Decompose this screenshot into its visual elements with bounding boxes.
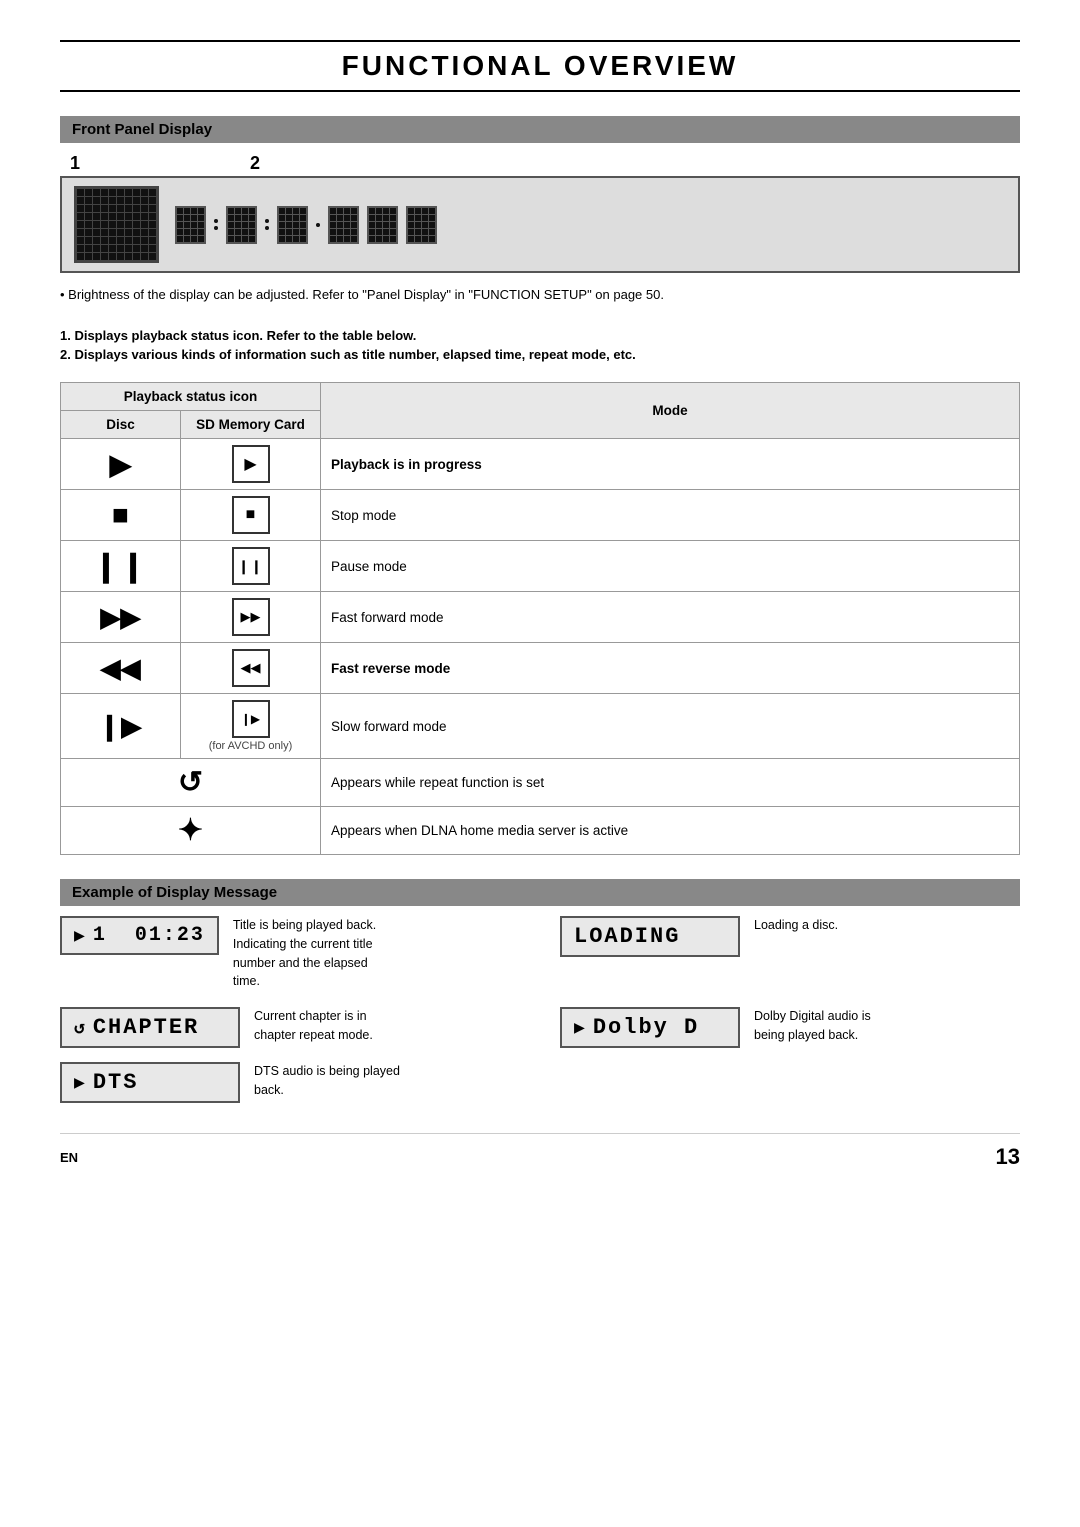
lcd-dts: ▶ DTS	[60, 1062, 240, 1103]
lcd-dolby: ▶ Dolby D	[560, 1007, 740, 1048]
page-number: 13	[996, 1144, 1020, 1170]
sd-icon-fr: ◀◀	[181, 643, 321, 694]
sd-icon-sf: ❙▶ (for AVCHD only)	[181, 694, 321, 759]
lcd-text-dts: DTS	[93, 1070, 139, 1095]
label-2: 2	[250, 153, 260, 174]
brightness-note: • Brightness of the display can be adjus…	[60, 287, 1020, 302]
mode-dlna: Appears when DLNA home media server is a…	[321, 807, 1020, 855]
table-row: ▶ ▶ Playback is in progress	[61, 439, 1020, 490]
lcd-chapter: ↺ CHAPTER	[60, 1007, 240, 1048]
mode-play: Playback is in progress	[321, 439, 1020, 490]
icon-repeat: ↺	[61, 759, 321, 807]
sd-icon-play: ▶	[181, 439, 321, 490]
page-footer: EN 13	[60, 1133, 1020, 1170]
table-row: ↺ Appears while repeat function is set	[61, 759, 1020, 807]
table-row: ▶▶ ▶▶ Fast forward mode	[61, 592, 1020, 643]
play-icon-1: ▶	[74, 925, 87, 947]
desc-chapter: Current chapter is in chapter repeat mod…	[254, 1007, 373, 1045]
disc-icon-pause: ❙❙	[61, 541, 181, 592]
example-item-loading: LOADING Loading a disc.	[560, 916, 1020, 991]
mode-repeat: Appears while repeat function is set	[321, 759, 1020, 807]
table-header-mode: Mode	[321, 383, 1020, 439]
disc-icon-stop: ■	[61, 490, 181, 541]
desc-play-title: Title is being played back. Indicating t…	[233, 916, 376, 991]
disc-icon-play: ▶	[61, 439, 181, 490]
mode-stop: Stop mode	[321, 490, 1020, 541]
lcd-text-dolby: Dolby D	[593, 1015, 699, 1040]
desc-loading: Loading a disc.	[754, 916, 838, 935]
mode-fr: Fast reverse mode	[321, 643, 1020, 694]
mode-sf: Slow forward mode	[321, 694, 1020, 759]
play-icon-dolby: ▶	[574, 1017, 587, 1039]
lcd-play-title: ▶ 1 01:23	[60, 916, 219, 955]
sd-icon-pause: ❙❙	[181, 541, 321, 592]
table-row: ✦ Appears when DLNA home media server is…	[61, 807, 1020, 855]
lcd-text-play: 1 01:23	[93, 924, 205, 947]
table-row: ❙▶ ❙▶ (for AVCHD only) Slow forward mode	[61, 694, 1020, 759]
sd-icon-stop: ■	[181, 490, 321, 541]
section-header-example: Example of Display Message	[60, 879, 1020, 906]
example-item-chapter: ↺ CHAPTER Current chapter is in chapter …	[60, 1007, 520, 1048]
footer-en-label: EN	[60, 1150, 78, 1165]
playback-status-table: Playback status icon Mode Disc SD Memory…	[60, 382, 1020, 855]
example-item-dolby: ▶ Dolby D Dolby Digital audio is being p…	[560, 1007, 1020, 1048]
mode-pause: Pause mode	[321, 541, 1020, 592]
bold-note-1: 1. Displays playback status icon. Refer …	[60, 328, 1020, 343]
example-display-grid: ▶ 1 01:23 Title is being played back. In…	[60, 916, 1020, 1048]
avchd-note: (for AVCHD only)	[209, 740, 293, 752]
label-1: 1	[70, 153, 250, 174]
page-title: FUNCTIONAL OVERVIEW	[60, 40, 1020, 92]
table-row: ◀◀ ◀◀ Fast reverse mode	[61, 643, 1020, 694]
sd-icon-ff: ▶▶	[181, 592, 321, 643]
section-header-front-panel: Front Panel Display	[60, 116, 1020, 143]
bold-note-2: 2. Displays various kinds of information…	[60, 347, 1020, 362]
lcd-text-chapter: CHAPTER	[93, 1015, 199, 1040]
disc-icon-ff: ▶▶	[61, 592, 181, 643]
table-row: ❙❙ ❙❙ Pause mode	[61, 541, 1020, 592]
disc-icon-fr: ◀◀	[61, 643, 181, 694]
repeat-icon-chapter: ↺	[74, 1017, 87, 1039]
lcd-loading: LOADING	[560, 916, 740, 957]
display-number-labels: 1 2	[60, 153, 1020, 174]
desc-dts: DTS audio is being played back.	[254, 1062, 400, 1100]
disc-icon-sf: ❙▶	[61, 694, 181, 759]
mode-ff: Fast forward mode	[321, 592, 1020, 643]
table-header-playback-status: Playback status icon	[61, 383, 321, 411]
lcd-text-loading: LOADING	[574, 924, 680, 949]
play-icon-dts: ▶	[74, 1072, 87, 1094]
icon-dlna: ✦	[61, 807, 321, 855]
example-item-dts: ▶ DTS DTS audio is being played back.	[60, 1062, 1020, 1103]
table-row: ■ ■ Stop mode	[61, 490, 1020, 541]
table-header-disc: Disc	[61, 411, 181, 439]
table-header-sd: SD Memory Card	[181, 411, 321, 439]
desc-dolby: Dolby Digital audio is being played back…	[754, 1007, 871, 1045]
example-item-play-title: ▶ 1 01:23 Title is being played back. In…	[60, 916, 520, 991]
front-panel-display-image	[60, 176, 1020, 273]
